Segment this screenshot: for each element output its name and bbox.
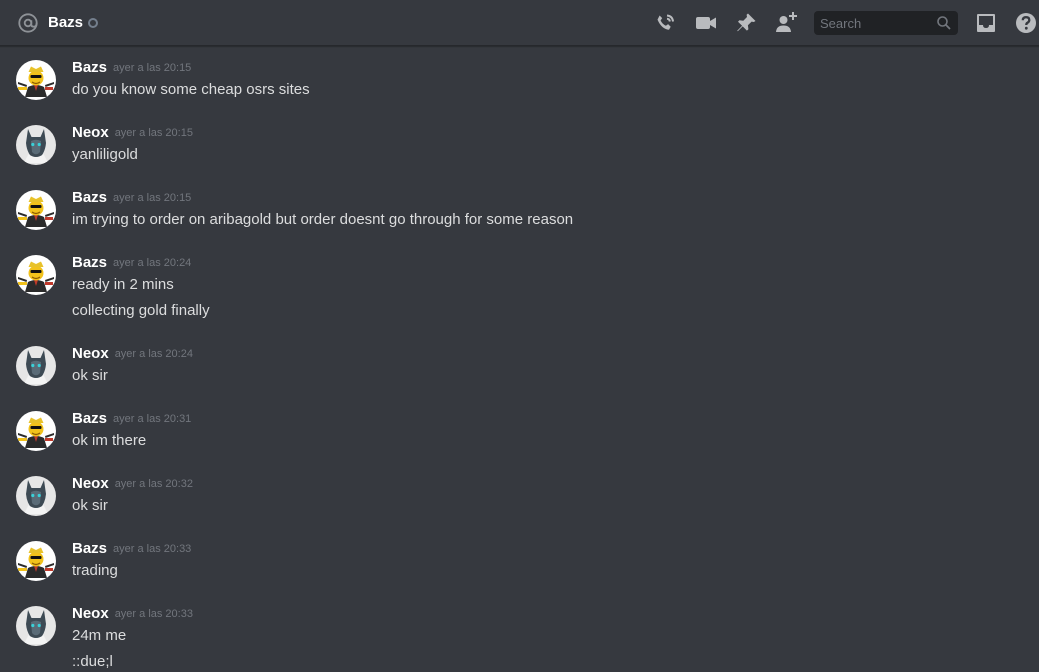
message-content: do you know some cheap osrs sites — [72, 81, 310, 98]
message-author: Bazs ayer a las 20:33 — [72, 540, 191, 557]
page-title: Bazs — [48, 14, 84, 31]
author-name[interactable]: Bazs — [72, 410, 107, 427]
message-author: Neox ayer a las 20:32 — [72, 475, 193, 492]
author-name[interactable]: Bazs — [72, 254, 107, 271]
pin-icon[interactable] — [734, 11, 758, 35]
avatar[interactable] — [16, 255, 56, 295]
message-author: Neox ayer a las 20:33 — [72, 605, 193, 622]
message-timestamp: ayer a las 20:32 — [114, 478, 193, 490]
message-content: trading — [72, 562, 118, 579]
author-name[interactable]: Bazs — [72, 59, 107, 76]
message-content: ok im there — [72, 432, 147, 449]
avatar[interactable] — [16, 190, 56, 230]
message-content: ::due;l — [72, 653, 113, 670]
message-timestamp: ayer a las 20:24 — [114, 348, 193, 360]
message-content: im trying to order on aribagold but orde… — [72, 211, 574, 228]
avatar[interactable] — [16, 606, 56, 646]
author-name[interactable]: Neox — [72, 475, 109, 492]
message-content: collecting gold finally — [72, 302, 210, 319]
avatar[interactable] — [16, 411, 56, 451]
message-timestamp: ayer a las 20:33 — [114, 608, 193, 620]
author-name[interactable]: Neox — [72, 345, 109, 362]
help-icon[interactable] — [1014, 11, 1038, 35]
call-icon[interactable] — [653, 11, 677, 35]
message-list: Bazs ayer a las 20:15 do you know some che… — [0, 47, 1039, 672]
avatar[interactable] — [16, 541, 56, 581]
message-timestamp: ayer a las 20:15 — [113, 62, 192, 74]
avatar[interactable] — [16, 346, 56, 386]
author-name[interactable]: Bazs — [72, 540, 107, 557]
at-icon — [18, 13, 38, 33]
message-author: Bazs ayer a las 20:24 — [72, 254, 191, 271]
message-author: Neox ayer a las 20:15 — [72, 124, 193, 141]
video-icon[interactable] — [694, 11, 718, 35]
author-name[interactable]: Neox — [72, 605, 109, 622]
message-author: Bazs ayer a las 20:15 — [72, 189, 191, 206]
author-name[interactable]: Neox — [72, 124, 109, 141]
message-content: ok sir — [72, 367, 108, 384]
message-author: Neox ayer a las 20:24 — [72, 345, 193, 362]
message-content: yanliligold — [72, 146, 138, 163]
search-box[interactable] — [814, 11, 958, 35]
message-timestamp: ayer a las 20:31 — [113, 413, 192, 425]
channel-header: Bazs — [0, 0, 1039, 46]
message-content: 24m me — [72, 627, 127, 644]
message-author: Bazs ayer a las 20:31 — [72, 410, 191, 427]
status-indicator — [88, 18, 98, 28]
message-timestamp: ayer a las 20:15 — [113, 192, 192, 204]
avatar[interactable] — [16, 125, 56, 165]
search-input[interactable] — [814, 11, 932, 35]
inbox-icon[interactable] — [974, 11, 998, 35]
search-icon — [937, 16, 951, 30]
message-timestamp: ayer a las 20:15 — [114, 127, 193, 139]
message-timestamp: ayer a las 20:24 — [113, 257, 192, 269]
author-name[interactable]: Bazs — [72, 189, 107, 206]
avatar[interactable] — [16, 476, 56, 516]
add-friend-icon[interactable] — [774, 11, 798, 35]
message-content: ready in 2 mins — [72, 276, 174, 293]
avatar[interactable] — [16, 60, 56, 100]
message-timestamp: ayer a las 20:33 — [113, 543, 192, 555]
message-content: ok sir — [72, 497, 108, 514]
message-author: Bazs ayer a las 20:15 — [72, 59, 191, 76]
